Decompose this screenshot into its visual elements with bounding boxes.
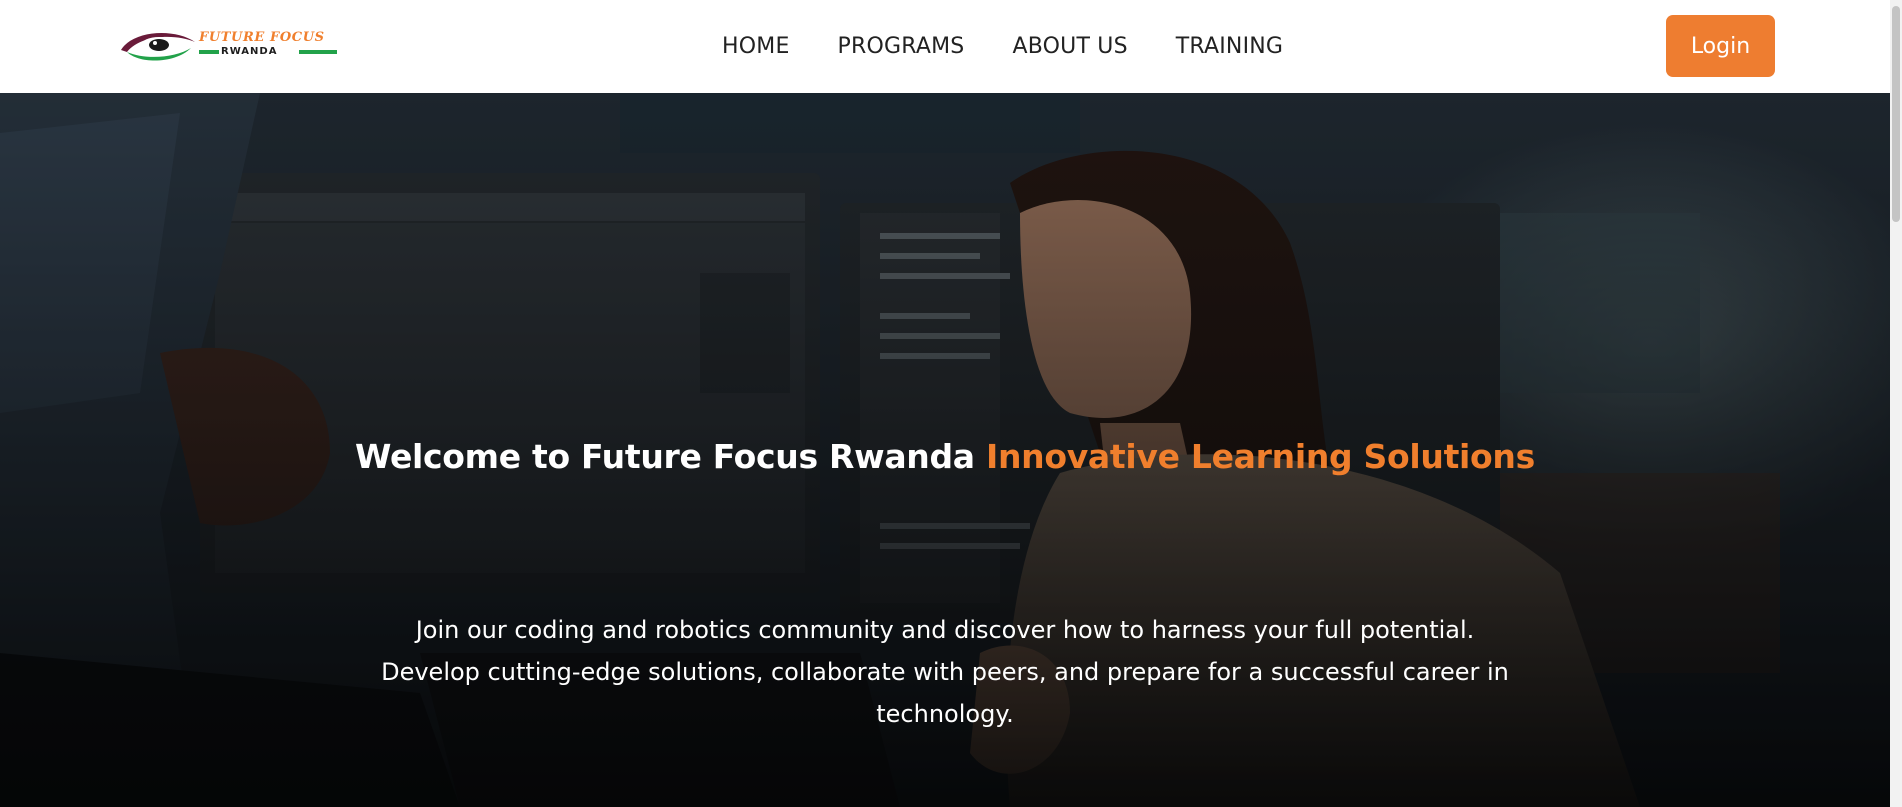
hero-title-accent: Innovative Learning Solutions <box>985 437 1535 476</box>
future-focus-logo[interactable]: FUTURE FOCUS RWANDA <box>119 26 337 66</box>
logo-subtitle: RWANDA <box>221 46 278 57</box>
hero-title: Welcome to Future Focus Rwanda Innovativ… <box>0 437 1890 476</box>
scrollbar-thumb[interactable] <box>1892 6 1900 222</box>
hero-description: Join our coding and robotics community a… <box>381 616 1509 728</box>
logo-green-bar-left <box>199 50 219 54</box>
nav-training[interactable]: TRAINING <box>1176 32 1283 62</box>
logo-title: FUTURE FOCUS <box>199 30 325 45</box>
site-header: FUTURE FOCUS RWANDA HOME PROGRAMS ABOUT … <box>0 0 1902 93</box>
hero-title-main: Welcome to Future Focus Rwanda <box>355 437 975 476</box>
nav-home[interactable]: HOME <box>722 32 790 62</box>
nav-about-us[interactable]: ABOUT US <box>1012 32 1127 62</box>
hero-section: Welcome to Future Focus Rwanda Innovativ… <box>0 93 1890 807</box>
logo-green-bar-right <box>299 50 337 54</box>
main-nav: HOME PROGRAMS ABOUT US TRAINING <box>722 32 1283 62</box>
login-button[interactable]: Login <box>1666 15 1775 77</box>
page-scrollbar[interactable] <box>1890 0 1902 807</box>
eye-logo-icon <box>121 32 195 61</box>
nav-programs[interactable]: PROGRAMS <box>838 32 965 62</box>
